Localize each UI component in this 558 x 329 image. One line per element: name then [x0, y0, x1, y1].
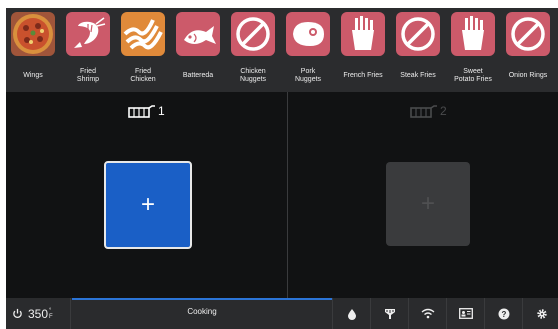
- fryer-screen: Wings Fried Shrimp Fried Chicken Battere…: [6, 8, 558, 329]
- fries-icon: [341, 12, 385, 56]
- svg-text:?: ?: [502, 310, 507, 319]
- power-icon: [12, 308, 23, 319]
- info-card-button[interactable]: [446, 298, 485, 329]
- menu-item-battereda[interactable]: Battereda: [171, 12, 225, 90]
- menu-item-label: Steak Fries: [400, 72, 436, 79]
- shrimp-icon: [66, 12, 110, 56]
- oil-drop-button[interactable]: [332, 298, 371, 329]
- basket-divider: [287, 92, 288, 298]
- basket-icon: [128, 105, 156, 119]
- fish-icon: [176, 12, 220, 56]
- no-symbol-icon: [231, 12, 275, 56]
- menu-item-label: Pork Nuggets: [294, 68, 322, 83]
- basket-icon: [410, 105, 438, 119]
- menu-item-fried-shrimp[interactable]: Fried Shrimp: [61, 12, 115, 90]
- menu-item-label: French Fries: [343, 72, 383, 79]
- wifi-button[interactable]: [408, 298, 447, 329]
- cooking-progress-bar: [72, 298, 332, 300]
- filter-button[interactable]: [370, 298, 409, 329]
- menu-item-label: Battereda: [182, 72, 214, 79]
- fahrenheit-icon: ° F: [49, 307, 53, 320]
- cooking-status-label: Cooking: [187, 307, 217, 316]
- settings-button[interactable]: [522, 298, 558, 329]
- temperature-value: 350: [28, 306, 49, 321]
- add-product-button-disabled[interactable]: +: [386, 162, 470, 246]
- bottom-bar: 350 ° F Cooking ?: [6, 298, 558, 329]
- pizza-icon: [11, 12, 55, 56]
- wifi-icon: [421, 308, 435, 319]
- gear-icon: [536, 308, 548, 320]
- fries-icon: [451, 12, 495, 56]
- menu-item-label: Onion Rings: [508, 72, 548, 79]
- help-button[interactable]: ?: [484, 298, 523, 329]
- menu-item-onion-rings[interactable]: Onion Rings: [501, 12, 555, 90]
- menu-bar: Wings Fried Shrimp Fried Chicken Battere…: [6, 8, 558, 92]
- menu-item-sweet-potato-fries[interactable]: Sweet Potato Fries: [446, 12, 500, 90]
- menu-item-steak-fries[interactable]: Steak Fries: [391, 12, 445, 90]
- steak-icon: [286, 12, 330, 56]
- menu-item-fried-chicken[interactable]: Fried Chicken: [116, 12, 170, 90]
- menu-item-label: Chicken Nuggets: [239, 68, 267, 83]
- menu-item-french-fries[interactable]: French Fries: [336, 12, 390, 90]
- filter-icon: [384, 308, 396, 320]
- help-icon: ?: [498, 308, 510, 320]
- temperature-readout[interactable]: 350 ° F: [12, 298, 53, 329]
- add-product-button[interactable]: +: [104, 161, 192, 249]
- menu-item-pork-nuggets[interactable]: Pork Nuggets: [281, 12, 335, 90]
- no-symbol-icon: [396, 12, 440, 56]
- basket-number: 1: [158, 104, 165, 118]
- bacon-icon: [121, 12, 165, 56]
- basket-number: 2: [440, 104, 447, 118]
- menu-item-wings[interactable]: Wings: [6, 12, 60, 90]
- cooking-status[interactable]: Cooking: [72, 298, 332, 329]
- menu-item-chicken-nuggets[interactable]: Chicken Nuggets: [226, 12, 280, 90]
- menu-item-label: Fried Shrimp: [76, 68, 100, 83]
- menu-item-label: Wings: [23, 72, 43, 79]
- id-card-icon: [459, 308, 473, 319]
- no-symbol-icon: [506, 12, 550, 56]
- menu-item-label: Fried Chicken: [130, 68, 156, 83]
- oil-drop-icon: [347, 308, 357, 320]
- menu-item-label: Sweet Potato Fries: [454, 68, 492, 83]
